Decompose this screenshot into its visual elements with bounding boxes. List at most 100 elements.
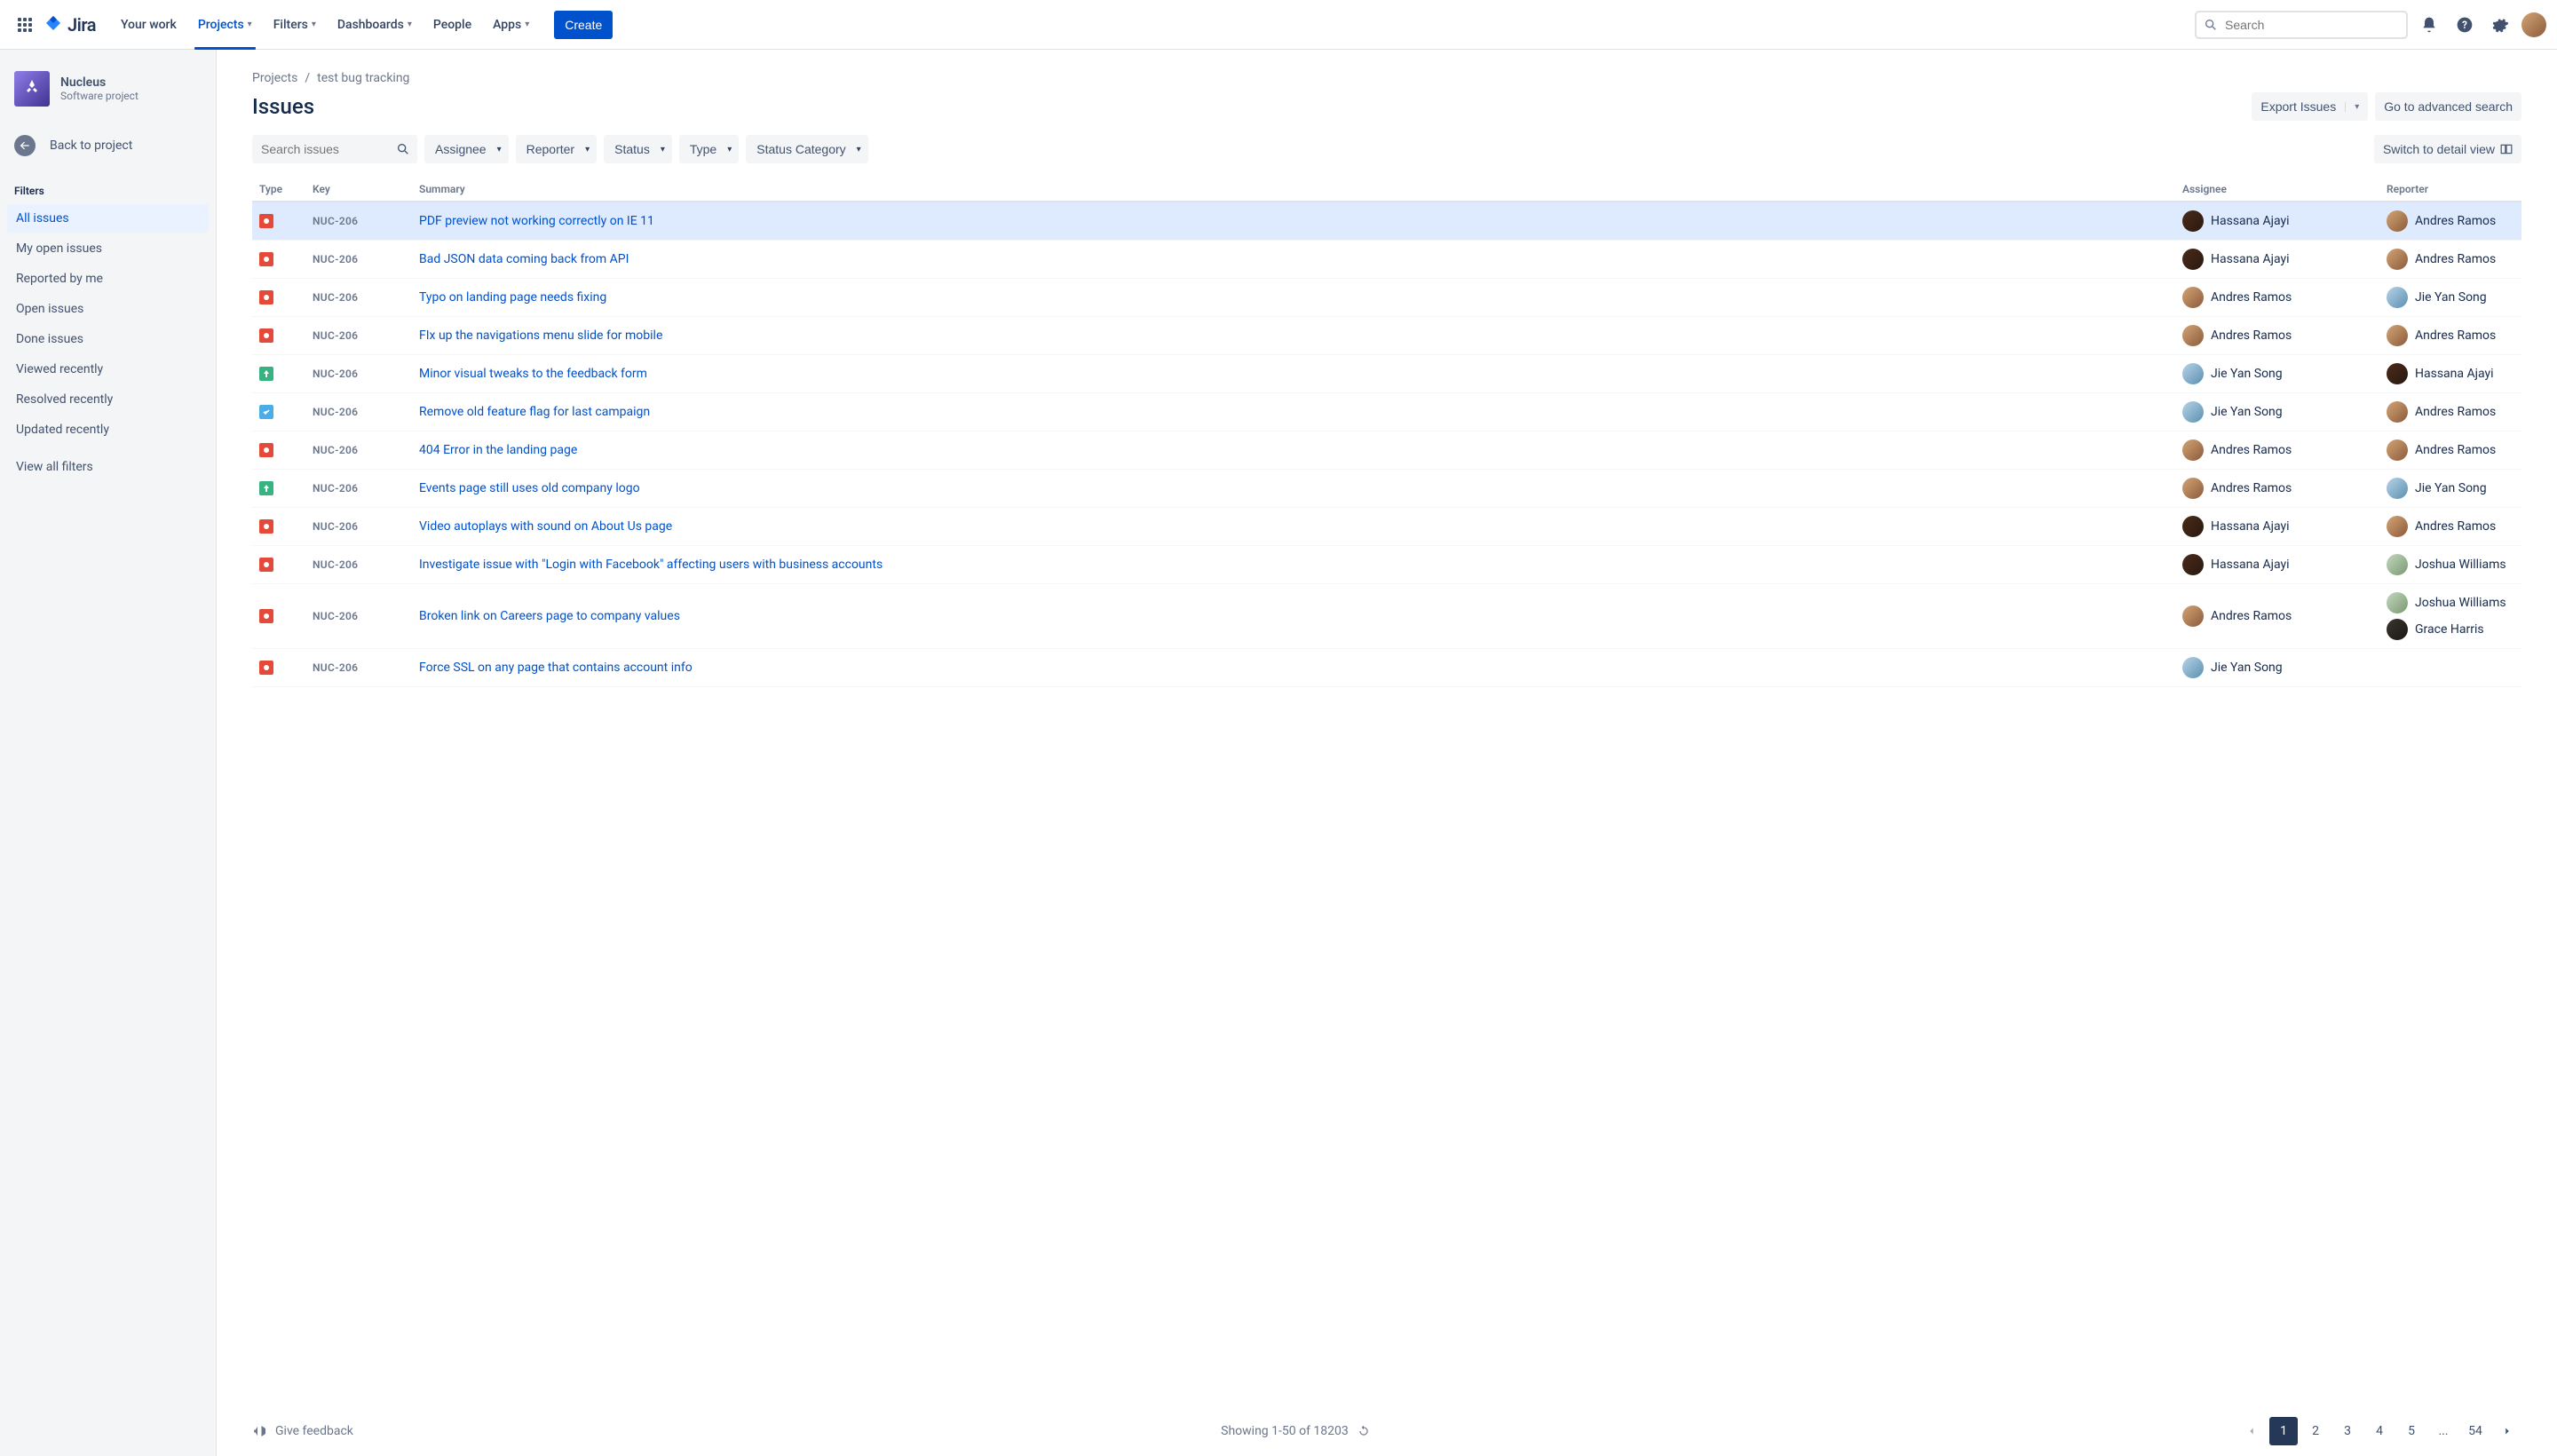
issue-key[interactable]: NUC-206: [305, 470, 412, 508]
global-search: [2195, 11, 2408, 39]
settings-button[interactable]: [2486, 11, 2514, 39]
table-row[interactable]: NUC-206 Force SSL on any page that conta…: [252, 649, 2521, 687]
notifications-button[interactable]: [2415, 11, 2443, 39]
page-prev[interactable]: [2237, 1417, 2266, 1445]
issue-summary-link[interactable]: Remove old feature flag for last campaig…: [419, 405, 650, 419]
help-button[interactable]: ?: [2450, 11, 2479, 39]
app-switcher[interactable]: [11, 11, 39, 39]
filter-reported-by-me[interactable]: Reported by me: [7, 265, 209, 293]
page-4[interactable]: 4: [2365, 1417, 2394, 1445]
avatar: [2182, 210, 2204, 232]
issue-key[interactable]: NUC-206: [305, 508, 412, 546]
give-feedback[interactable]: Give feedback: [252, 1423, 353, 1439]
profile-avatar[interactable]: [2521, 12, 2546, 37]
filter-viewed-recently[interactable]: Viewed recently: [7, 355, 209, 384]
filter-open-issues[interactable]: Open issues: [7, 295, 209, 323]
filter-updated-recently[interactable]: Updated recently: [7, 415, 209, 444]
export-issues-button[interactable]: Export Issues ▾: [2252, 92, 2368, 121]
table-row[interactable]: NUC-206 Video autoplays with sound on Ab…: [252, 508, 2521, 546]
filter-type-dropdown[interactable]: Type▾: [679, 135, 739, 163]
column-summary[interactable]: Summary: [412, 178, 2175, 202]
breadcrumb-projects[interactable]: Projects: [252, 71, 297, 85]
issue-key[interactable]: NUC-206: [305, 355, 412, 393]
reporter-name: Andres Ramos: [2415, 443, 2496, 457]
assignee-name: Hassana Ajayi: [2211, 519, 2290, 534]
filter-done-issues[interactable]: Done issues: [7, 325, 209, 353]
issue-summary-link[interactable]: Events page still uses old company logo: [419, 481, 640, 495]
issues-table-container[interactable]: Type Key Summary Assignee Reporter NUC-2…: [217, 178, 2557, 1406]
issue-key[interactable]: NUC-206: [305, 279, 412, 317]
filter-all-issues[interactable]: All issues: [7, 204, 209, 233]
table-row[interactable]: NUC-206 404 Error in the landing page An…: [252, 431, 2521, 470]
table-row[interactable]: NUC-206 PDF preview not working correctl…: [252, 202, 2521, 241]
nav-item-people[interactable]: People: [423, 0, 482, 50]
create-button[interactable]: Create: [554, 11, 613, 39]
bug-icon: [259, 328, 273, 343]
breadcrumb-current[interactable]: test bug tracking: [317, 71, 409, 85]
page-2[interactable]: 2: [2301, 1417, 2330, 1445]
table-row[interactable]: NUC-206 Investigate issue with "Login wi…: [252, 546, 2521, 584]
help-icon: ?: [2456, 16, 2474, 34]
page-54[interactable]: 54: [2461, 1417, 2490, 1445]
page-1[interactable]: 1: [2269, 1417, 2298, 1445]
issue-summary-link[interactable]: PDF preview not working correctly on IE …: [419, 214, 654, 228]
issue-key[interactable]: NUC-206: [305, 317, 412, 355]
avatar: [2182, 439, 2204, 461]
issue-key[interactable]: NUC-206: [305, 431, 412, 470]
issue-summary-link[interactable]: 404 Error in the landing page: [419, 443, 577, 457]
refresh-icon[interactable]: [1358, 1425, 1370, 1437]
issue-key[interactable]: NUC-206: [305, 202, 412, 241]
page-next[interactable]: [2493, 1417, 2521, 1445]
issue-summary-link[interactable]: Force SSL on any page that contains acco…: [419, 661, 693, 675]
column-key[interactable]: Key: [305, 178, 412, 202]
issue-key[interactable]: NUC-206: [305, 546, 412, 584]
page-5[interactable]: 5: [2397, 1417, 2426, 1445]
nav-item-your-work[interactable]: Your work: [110, 0, 187, 50]
column-assignee[interactable]: Assignee: [2175, 178, 2379, 202]
column-type[interactable]: Type: [252, 178, 305, 202]
nav-item-apps[interactable]: Apps▾: [482, 0, 540, 50]
jira-logo[interactable]: Jira: [43, 14, 96, 36]
switch-view-button[interactable]: Switch to detail view: [2374, 135, 2521, 163]
table-row[interactable]: NUC-206 Minor visual tweaks to the feedb…: [252, 355, 2521, 393]
table-row[interactable]: NUC-206 Events page still uses old compa…: [252, 470, 2521, 508]
avatar: [2182, 478, 2204, 499]
search-input[interactable]: [2195, 11, 2408, 39]
back-to-project[interactable]: Back to project: [7, 128, 209, 163]
reporter-name: Grace Harris: [2415, 622, 2484, 637]
issue-key[interactable]: NUC-206: [305, 393, 412, 431]
table-row[interactable]: NUC-206 Broken link on Careers page to c…: [252, 584, 2521, 649]
issue-summary-link[interactable]: Investigate issue with "Login with Faceb…: [419, 558, 883, 572]
issue-key[interactable]: NUC-206: [305, 649, 412, 687]
issue-summary-link[interactable]: Video autoplays with sound on About Us p…: [419, 519, 672, 534]
page-3[interactable]: 3: [2333, 1417, 2362, 1445]
issue-summary-link[interactable]: Bad JSON data coming back from API: [419, 252, 629, 266]
reporter-name: Andres Ramos: [2415, 252, 2496, 266]
table-row[interactable]: NUC-206 Remove old feature flag for last…: [252, 393, 2521, 431]
issue-summary-link[interactable]: Typo on landing page needs fixing: [419, 290, 606, 305]
filter-status-category-dropdown[interactable]: Status Category▾: [746, 135, 867, 163]
nav-item-dashboards[interactable]: Dashboards▾: [327, 0, 423, 50]
table-row[interactable]: NUC-206 FIx up the navigations menu slid…: [252, 317, 2521, 355]
issue-summary-link[interactable]: FIx up the navigations menu slide for mo…: [419, 328, 662, 343]
search-issues-input[interactable]: [252, 135, 417, 163]
nav-item-filters[interactable]: Filters▾: [263, 0, 327, 50]
issue-summary-link[interactable]: Minor visual tweaks to the feedback form: [419, 367, 647, 381]
advanced-search-button[interactable]: Go to advanced search: [2375, 92, 2521, 121]
issue-key[interactable]: NUC-206: [305, 584, 412, 649]
issue-summary-link[interactable]: Broken link on Careers page to company v…: [419, 609, 680, 623]
table-row[interactable]: NUC-206 Bad JSON data coming back from A…: [252, 241, 2521, 279]
table-row[interactable]: NUC-206 Typo on landing page needs fixin…: [252, 279, 2521, 317]
bell-icon: [2420, 16, 2438, 34]
filter-status-dropdown[interactable]: Status▾: [604, 135, 672, 163]
chevron-down-icon: ▾: [727, 145, 732, 154]
filter-resolved-recently[interactable]: Resolved recently: [7, 385, 209, 414]
filter-assignee-dropdown[interactable]: Assignee▾: [424, 135, 509, 163]
filter-reporter-dropdown[interactable]: Reporter▾: [516, 135, 598, 163]
filter-my-open-issues[interactable]: My open issues: [7, 234, 209, 263]
assignee-name: Andres Ramos: [2211, 443, 2292, 457]
column-reporter[interactable]: Reporter: [2379, 178, 2521, 202]
issue-key[interactable]: NUC-206: [305, 241, 412, 279]
nav-item-projects[interactable]: Projects▾: [187, 0, 263, 50]
view-all-filters[interactable]: View all filters: [7, 446, 209, 481]
